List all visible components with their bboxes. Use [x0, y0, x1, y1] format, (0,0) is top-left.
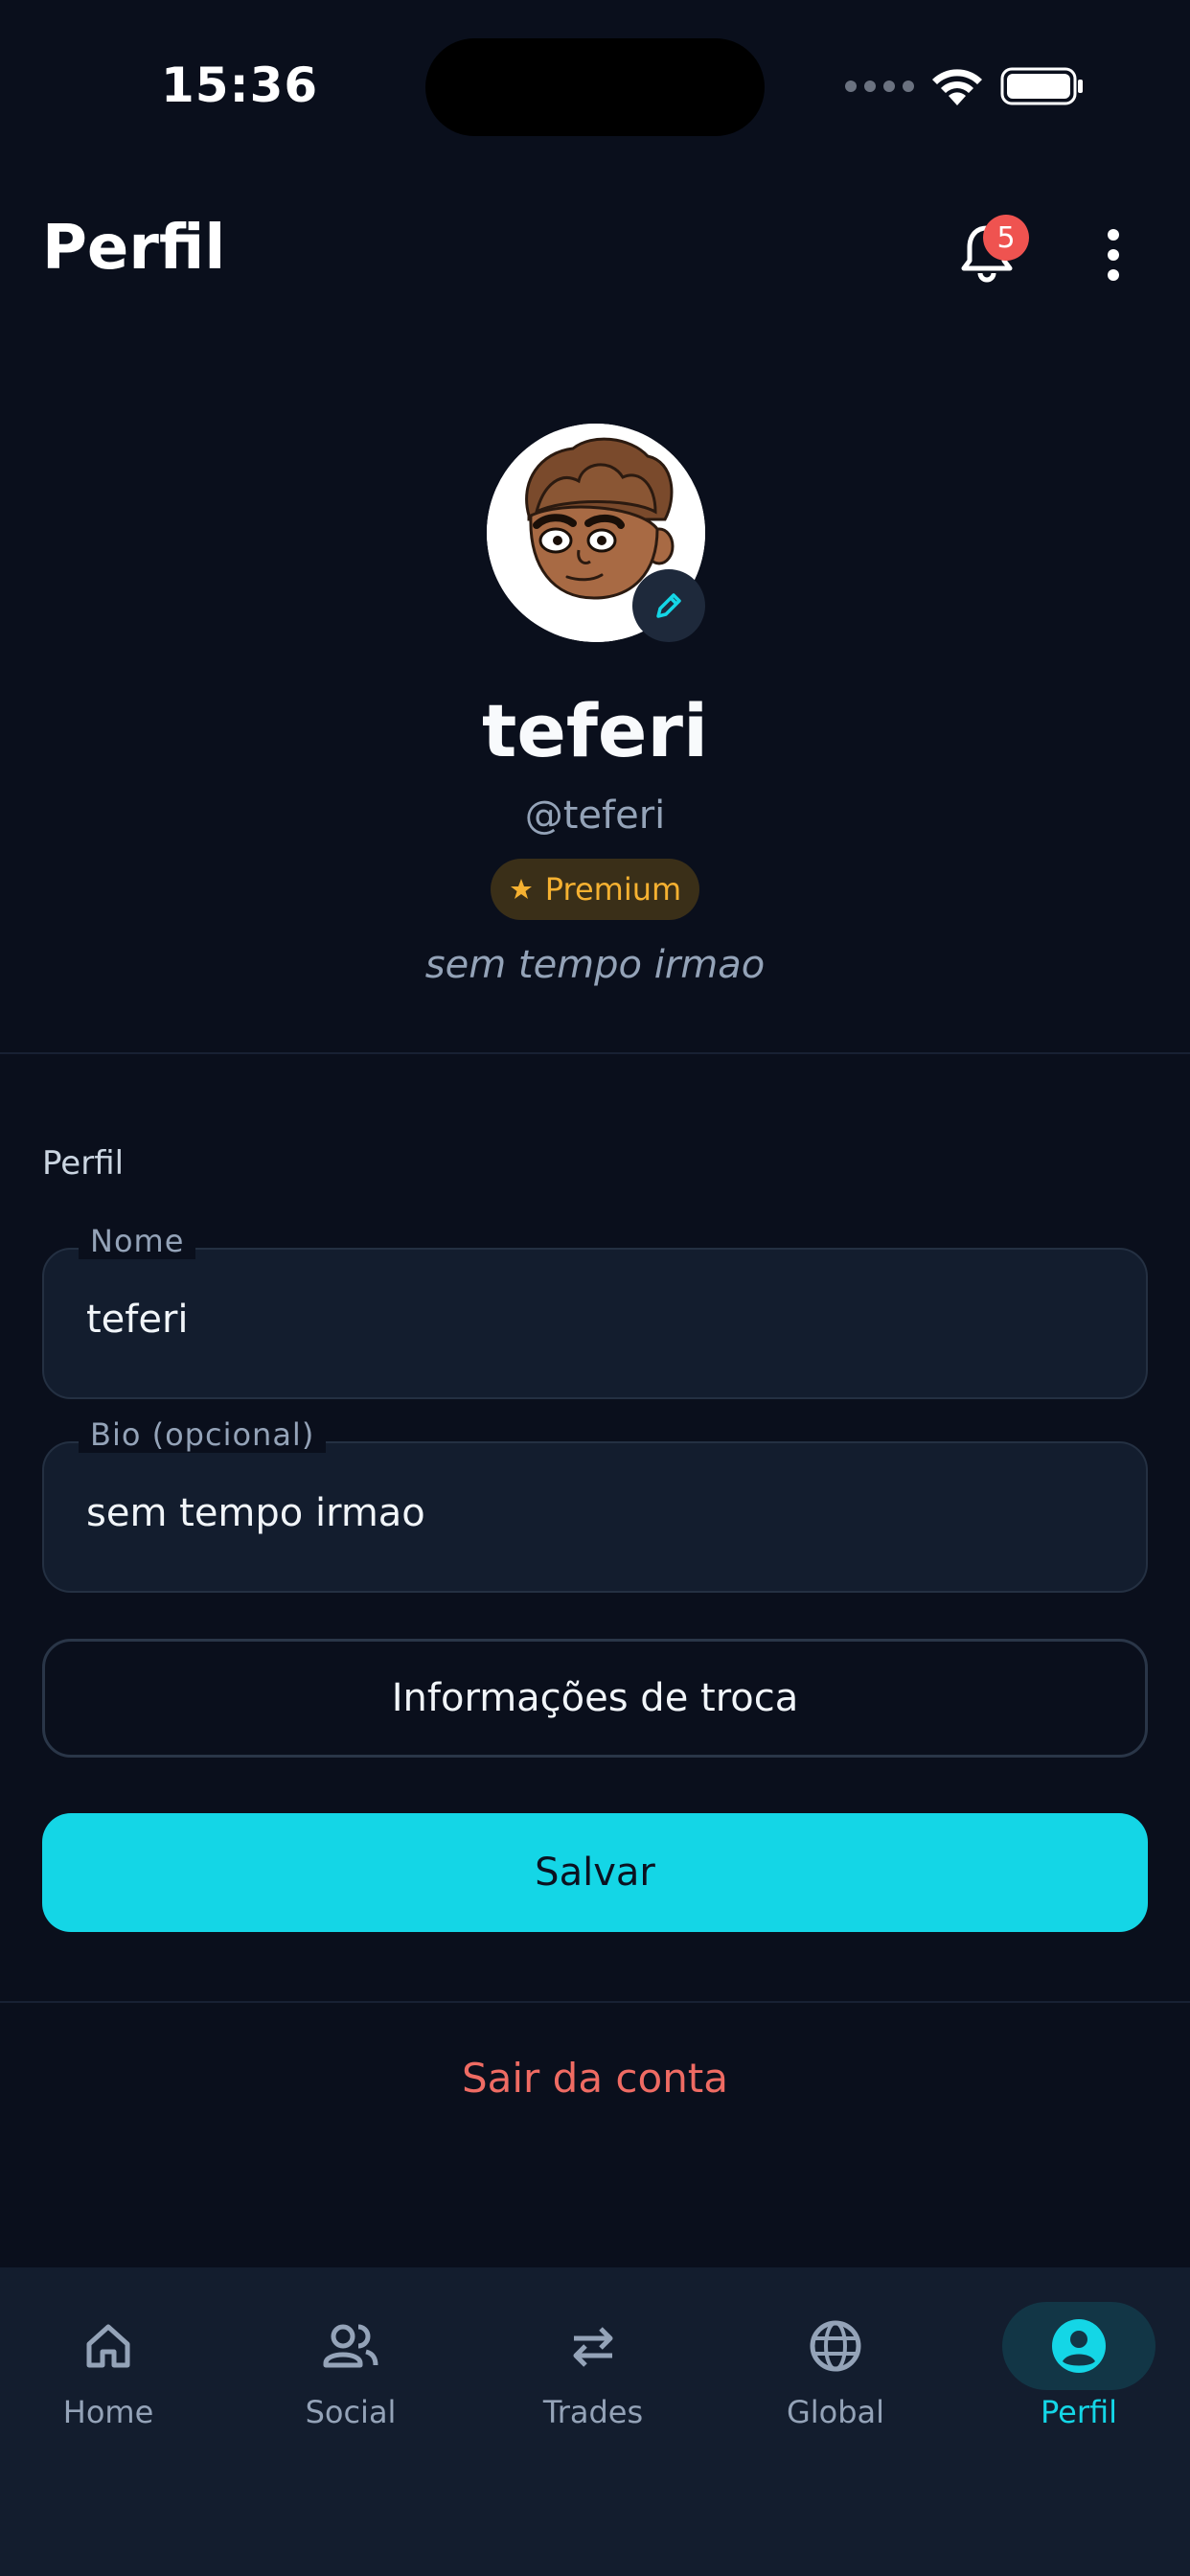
nav-item-home[interactable]: Home	[12, 2267, 204, 2459]
nav-label: Social	[305, 2394, 397, 2430]
bottom-nav: Home Social Trades Global Perfil	[0, 2267, 1190, 2576]
status-time: 15:36	[161, 58, 319, 113]
bio-field-value[interactable]: sem tempo irmao	[86, 1491, 425, 1535]
premium-badge: Premium	[491, 859, 699, 920]
save-button[interactable]: Salvar	[42, 1813, 1148, 1932]
account-circle-icon	[1052, 2319, 1106, 2373]
nav-label: Trades	[542, 2394, 644, 2430]
more-vertical-icon[interactable]	[1102, 226, 1125, 284]
swap-arrows-icon	[573, 2327, 613, 2367]
pencil-icon	[656, 593, 681, 618]
nav-label: Home	[62, 2394, 154, 2430]
edit-avatar-button[interactable]	[632, 569, 705, 642]
bio-field[interactable]: Bio (opcional) sem tempo irmao	[42, 1416, 1148, 1593]
divider	[0, 1052, 1190, 1054]
nav-item-perfil[interactable]: Perfil	[983, 2267, 1175, 2459]
nav-label: Global	[786, 2394, 885, 2430]
nav-item-global[interactable]: Global	[740, 2267, 931, 2459]
bio-field-label: Bio (opcional)	[79, 1416, 327, 1453]
wifi-icon	[932, 69, 982, 105]
globe-icon	[810, 2320, 861, 2372]
name-field-value[interactable]: teferi	[86, 1298, 189, 1342]
divider	[0, 2001, 1190, 2003]
notification-badge: 5	[983, 215, 1029, 261]
nav-item-social[interactable]: Social	[255, 2267, 446, 2459]
profile-handle: @teferi	[524, 794, 666, 838]
star-icon	[510, 879, 532, 899]
dynamic-island	[425, 38, 765, 136]
people-icon	[323, 2324, 378, 2368]
profile-display-name: teferi	[481, 688, 708, 773]
name-field-label: Nome	[79, 1223, 196, 1259]
page-title: Perfil	[42, 213, 226, 284]
logout-button[interactable]: Sair da conta	[0, 2055, 1190, 2102]
battery-icon	[1000, 67, 1083, 105]
cellular-signal-icon	[845, 80, 914, 92]
profile-bio: sem tempo irmao	[424, 943, 766, 987]
home-icon	[86, 2324, 130, 2368]
nav-item-trades[interactable]: Trades	[497, 2267, 689, 2459]
status-icons	[845, 65, 1085, 107]
name-field[interactable]: Nome teferi	[42, 1223, 1148, 1399]
profile-screen: 15:36 Perfil 5 teferi @teferi Premium se…	[0, 0, 1190, 2576]
section-label: Perfil	[42, 1144, 125, 1183]
premium-badge-label: Premium	[544, 871, 682, 908]
nav-label: Perfil	[1040, 2394, 1118, 2430]
trade-info-button[interactable]: Informações de troca	[42, 1639, 1148, 1758]
